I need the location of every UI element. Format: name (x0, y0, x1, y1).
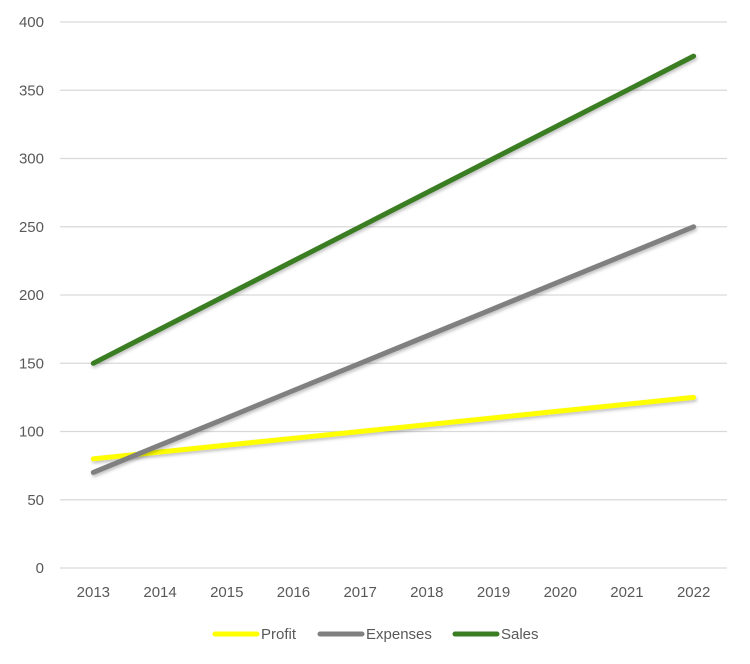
x-tick-label: 2015 (210, 584, 243, 601)
x-tick-label: 2018 (410, 584, 443, 601)
legend-label: Sales (501, 626, 539, 643)
x-tick-label: 2022 (677, 584, 710, 601)
series-lines (90, 53, 697, 475)
y-axis-ticks: 0 50 100 150 200 250 300 350 400 (19, 14, 44, 577)
series-line-profit (90, 394, 697, 462)
series-line-sales (90, 53, 697, 366)
legend-label: Profit (261, 626, 297, 643)
x-tick-label: 2016 (277, 584, 310, 601)
x-tick-label: 2021 (610, 584, 643, 601)
legend-label: Expenses (366, 626, 432, 643)
y-tick-label: 400 (19, 14, 44, 31)
y-tick-label: 150 (19, 355, 44, 372)
legend: Profit Expenses Sales (212, 626, 539, 643)
legend-item-sales[interactable]: Sales (452, 626, 539, 643)
series-line-expenses (90, 224, 697, 475)
y-tick-label: 250 (19, 219, 44, 236)
line-chart: 050100150200250300350400 2013 2014 2015 201… (19, 14, 727, 643)
x-axis-ticks: 2013 2014 2015 2016 2017 2018 2019 2020 2021 2022 (77, 584, 711, 601)
y-tick-label: 200 (19, 287, 44, 304)
y-tick-label: 300 (19, 151, 44, 168)
y-tick-label: 350 (19, 82, 44, 99)
legend-item-expenses[interactable]: Expenses (317, 626, 432, 643)
x-tick-label: 2013 (77, 584, 110, 601)
gridlines (60, 21, 727, 569)
x-tick-label: 2019 (477, 584, 510, 601)
x-tick-label: 2020 (544, 584, 577, 601)
x-tick-label: 2017 (343, 584, 376, 601)
y-tick-label: 50 (27, 492, 44, 509)
x-tick-label: 2014 (143, 584, 176, 601)
y-tick-label: 100 (19, 424, 44, 441)
y-tick-label: 0 (36, 560, 44, 577)
legend-item-profit[interactable]: Profit (212, 626, 297, 643)
